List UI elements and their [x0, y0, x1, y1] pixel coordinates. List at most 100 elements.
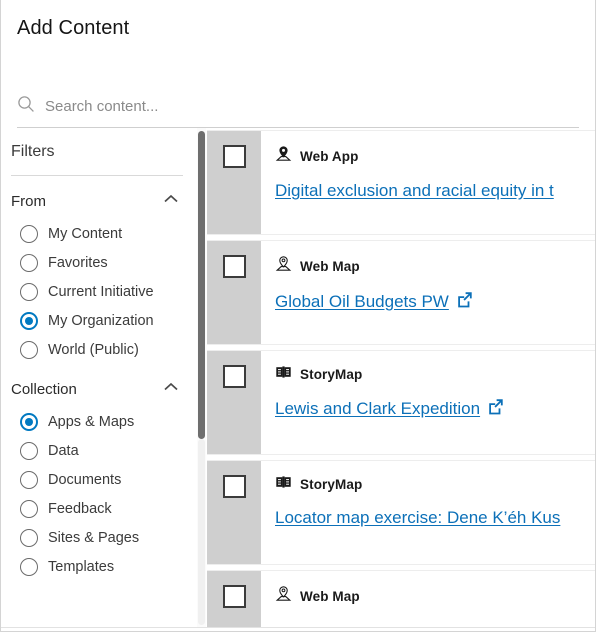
radio-indicator[interactable]: [20, 528, 38, 547]
radio-option-documents[interactable]: Documents: [11, 465, 193, 494]
result-content: StoryMap Locator map exercise: Dene K’éh…: [261, 461, 595, 564]
search-bar: [1, 62, 595, 128]
radio-option-templates[interactable]: Templates: [11, 552, 193, 581]
result-type-label: Web App: [300, 148, 359, 164]
result-item[interactable]: StoryMap Locator map exercise: Dene K’éh…: [207, 460, 595, 565]
radio-label: Sites & Pages: [48, 529, 140, 546]
radio-option-favorites[interactable]: Favorites: [11, 248, 193, 277]
result-title-link[interactable]: Digital exclusion and racial equity in t: [275, 181, 554, 201]
radio-option-feedback[interactable]: Feedback: [11, 494, 193, 523]
open-book-icon: [275, 365, 292, 384]
page-title: Add Content: [17, 17, 130, 39]
radio-option-data[interactable]: Data: [11, 436, 193, 465]
result-title-row[interactable]: Lewis and Clark Expedition: [275, 398, 595, 420]
result-checkbox[interactable]: [222, 585, 246, 608]
radio-label: Favorites: [48, 254, 108, 271]
facet-collection-options: Apps & Maps Data Documents Feedback Site…: [11, 407, 193, 581]
result-type-row: StoryMap: [275, 365, 595, 384]
radio-label: Documents: [48, 471, 122, 488]
dialog-header: Add Content: [1, 0, 595, 62]
result-checkbox[interactable]: [222, 255, 246, 278]
radio-option-apps-maps[interactable]: Apps & Maps: [11, 407, 193, 436]
facet-collection: Collection Apps & Maps Data Documents Fe…: [11, 364, 193, 581]
radio-option-my-organization[interactable]: My Organization: [11, 306, 193, 335]
result-content: Web Map Global Oil Budgets PW: [261, 241, 595, 344]
map-pin-outline-icon: [275, 585, 292, 607]
facet-from-header[interactable]: From: [11, 192, 193, 210]
dialog-footer-strip: [1, 627, 595, 631]
radio-indicator[interactable]: [20, 441, 38, 460]
results-scrollbar[interactable]: [592, 128, 595, 628]
radio-label: My Content: [48, 225, 123, 242]
result-type-label: StoryMap: [300, 477, 363, 492]
chevron-up-icon[interactable]: [161, 380, 181, 398]
result-item[interactable]: Web App Digital exclusion and racial equ…: [207, 130, 595, 235]
result-content: Web Map: [261, 571, 595, 628]
radio-indicator[interactable]: [20, 282, 38, 301]
result-checkbox-cell[interactable]: [207, 241, 261, 344]
radio-label: My Organization: [48, 312, 154, 329]
result-checkbox[interactable]: [222, 475, 246, 498]
result-type-row: StoryMap: [275, 475, 595, 494]
external-link-icon[interactable]: [456, 291, 473, 313]
result-item[interactable]: StoryMap Lewis and Clark Expedition: [207, 350, 595, 455]
result-content: StoryMap Lewis and Clark Expedition: [261, 351, 595, 454]
search-box[interactable]: [17, 95, 579, 128]
result-content: Web App Digital exclusion and racial equ…: [261, 131, 595, 234]
filters-panel: Filters From My Content Favorites Curren…: [1, 128, 197, 628]
radio-indicator[interactable]: [20, 224, 38, 243]
radio-indicator[interactable]: [20, 499, 38, 518]
radio-label: Feedback: [48, 500, 112, 517]
result-item[interactable]: Web Map: [207, 570, 595, 628]
result-type-label: StoryMap: [300, 367, 363, 382]
radio-label: Apps & Maps: [48, 413, 135, 430]
chevron-up-icon[interactable]: [161, 192, 181, 210]
search-input[interactable]: [45, 98, 579, 115]
radio-indicator[interactable]: [20, 470, 38, 489]
facet-from-label: From: [11, 192, 46, 210]
radio-indicator[interactable]: [20, 557, 38, 576]
add-content-dialog: Add Content Filters From: [0, 0, 596, 632]
result-type-label: Web Map: [300, 588, 360, 604]
radio-label: World (Public): [48, 341, 139, 358]
result-title-row[interactable]: Locator map exercise: Dene K’éh Kus: [275, 508, 595, 528]
result-title-row[interactable]: Digital exclusion and racial equity in t: [275, 181, 595, 201]
radio-indicator-selected[interactable]: [20, 311, 38, 330]
open-book-icon: [275, 475, 292, 494]
results-list: Web App Digital exclusion and racial equ…: [197, 128, 595, 628]
result-checkbox-cell[interactable]: [207, 571, 261, 628]
filters-title: Filters: [11, 143, 55, 160]
result-item[interactable]: Web Map Global Oil Budgets PW: [207, 240, 595, 345]
facet-collection-header[interactable]: Collection: [11, 380, 193, 398]
facet-collection-label: Collection: [11, 380, 77, 398]
radio-label: Data: [48, 442, 79, 459]
radio-option-my-content[interactable]: My Content: [11, 219, 193, 248]
result-checkbox[interactable]: [222, 145, 246, 168]
result-checkbox-cell[interactable]: [207, 351, 261, 454]
radio-option-sites-pages[interactable]: Sites & Pages: [11, 523, 193, 552]
result-title-row[interactable]: Global Oil Budgets PW: [275, 291, 595, 313]
result-checkbox-cell[interactable]: [207, 461, 261, 564]
radio-indicator[interactable]: [20, 253, 38, 272]
result-title-link[interactable]: Global Oil Budgets PW: [275, 292, 449, 312]
radio-label: Current Initiative: [48, 283, 154, 300]
facet-from: From My Content Favorites Current Initia…: [11, 176, 193, 364]
result-title-link[interactable]: Lewis and Clark Expedition: [275, 399, 480, 419]
dialog-body: Filters From My Content Favorites Curren…: [1, 128, 595, 628]
radio-indicator-selected[interactable]: [20, 412, 38, 431]
map-pin-outline-icon: [275, 255, 292, 277]
external-link-icon[interactable]: [487, 398, 504, 420]
radio-label: Templates: [48, 558, 115, 575]
facet-from-options: My Content Favorites Current Initiative …: [11, 219, 193, 364]
result-checkbox-cell[interactable]: [207, 131, 261, 234]
radio-indicator[interactable]: [20, 340, 38, 359]
result-type-row: Web Map: [275, 585, 595, 607]
map-pin-filled-icon: [275, 145, 292, 167]
radio-option-world-public[interactable]: World (Public): [11, 335, 193, 364]
result-type-label: Web Map: [300, 258, 360, 274]
result-title-link[interactable]: Locator map exercise: Dene K’éh Kus: [275, 508, 560, 528]
search-icon: [17, 95, 35, 118]
result-type-row: Web App: [275, 145, 595, 167]
result-checkbox[interactable]: [222, 365, 246, 388]
radio-option-current-initiative[interactable]: Current Initiative: [11, 277, 193, 306]
